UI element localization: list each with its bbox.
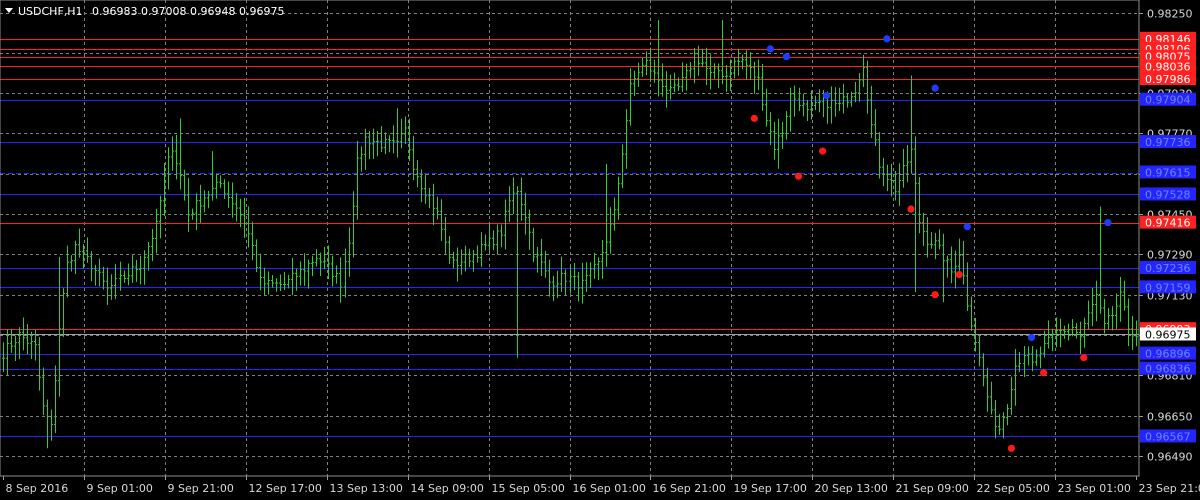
level-label-text: 0.97615 (1145, 167, 1191, 180)
x-tick-label: 16 Sep 21:00 (653, 482, 726, 495)
y-tick-label: 0.97290 (1147, 249, 1193, 262)
level-label-text: 0.97986 (1145, 73, 1191, 86)
x-tick-label: 12 Sep 17:00 (249, 482, 322, 495)
fractal-marker-top (823, 92, 831, 100)
level-label-text: 0.97159 (1145, 281, 1191, 294)
x-tick-label: 19 Sep 17:00 (734, 482, 807, 495)
level-label-text: 0.96836 (1145, 363, 1191, 376)
fractal-marker-bottom (819, 147, 827, 155)
level-label-text: 0.96896 (1145, 348, 1191, 361)
symbol-timeframe: USDCHF,H1 (18, 5, 83, 18)
y-tick-label: 0.96490 (1147, 451, 1193, 464)
level-label-text: 0.97904 (1145, 94, 1191, 107)
fractal-marker-top (963, 223, 971, 231)
fractal-marker-top (1027, 333, 1036, 342)
x-tick-label: 20 Sep 13:00 (815, 482, 888, 495)
current-price-text: 0.96975 (1145, 329, 1191, 342)
chart-window[interactable]: 0.982500.980900.979300.977700.976100.974… (0, 0, 1200, 500)
level-label-text: 0.97236 (1145, 262, 1191, 275)
fractal-marker-bottom (1039, 369, 1048, 377)
y-tick-label: 0.96650 (1147, 411, 1193, 424)
x-tick-label: 14 Sep 09:00 (411, 482, 484, 495)
x-tick-label: 15 Sep 05:00 (492, 482, 565, 495)
level-label-text: 0.98036 (1145, 60, 1191, 73)
x-tick-label: 23 Sep 21:00 (1139, 482, 1200, 495)
level-label-text: 0.97528 (1145, 188, 1191, 201)
level-label-text: 0.96567 (1145, 430, 1191, 443)
x-tick-label: 16 Sep 01:00 (573, 482, 646, 495)
fractal-marker-bottom (794, 172, 803, 180)
level-label-text: 0.97736 (1145, 136, 1191, 149)
fractal-marker-top (782, 53, 791, 61)
fractal-marker-top (766, 45, 774, 53)
x-tick-label: 21 Sep 09:00 (896, 482, 969, 495)
fractal-marker-bottom (955, 270, 963, 279)
x-tick-label: 22 Sep 05:00 (977, 482, 1050, 495)
x-tick-label: 23 Sep 01:00 (1058, 482, 1131, 495)
x-tick-label: 8 Sep 2016 (6, 482, 69, 495)
y-tick-label: 0.98250 (1147, 8, 1193, 21)
price-chart[interactable]: 0.982500.980900.979300.977700.976100.974… (0, 0, 1200, 500)
x-tick-label: 13 Sep 13:00 (330, 482, 403, 495)
chart-header: USDCHF,H1 0.96983 0.97008 0.96948 0.9697… (5, 5, 284, 18)
fractal-marker-bottom (931, 291, 939, 299)
x-tick-label: 9 Sep 21:00 (168, 482, 234, 495)
fractal-marker-bottom (1080, 354, 1088, 362)
fractal-marker-bottom (750, 114, 758, 122)
fractal-marker-bottom (907, 205, 915, 213)
fractal-marker-bottom (1007, 444, 1016, 452)
level-label-text: 0.97416 (1145, 217, 1191, 230)
ohlc-values: 0.96983 0.97008 0.96948 0.96975 (92, 5, 284, 18)
fractal-marker-top (1104, 219, 1112, 227)
x-tick-label: 9 Sep 01:00 (87, 482, 153, 495)
chart-background (0, 0, 1200, 500)
fractal-marker-top (931, 84, 939, 92)
fractal-marker-top (883, 35, 891, 43)
